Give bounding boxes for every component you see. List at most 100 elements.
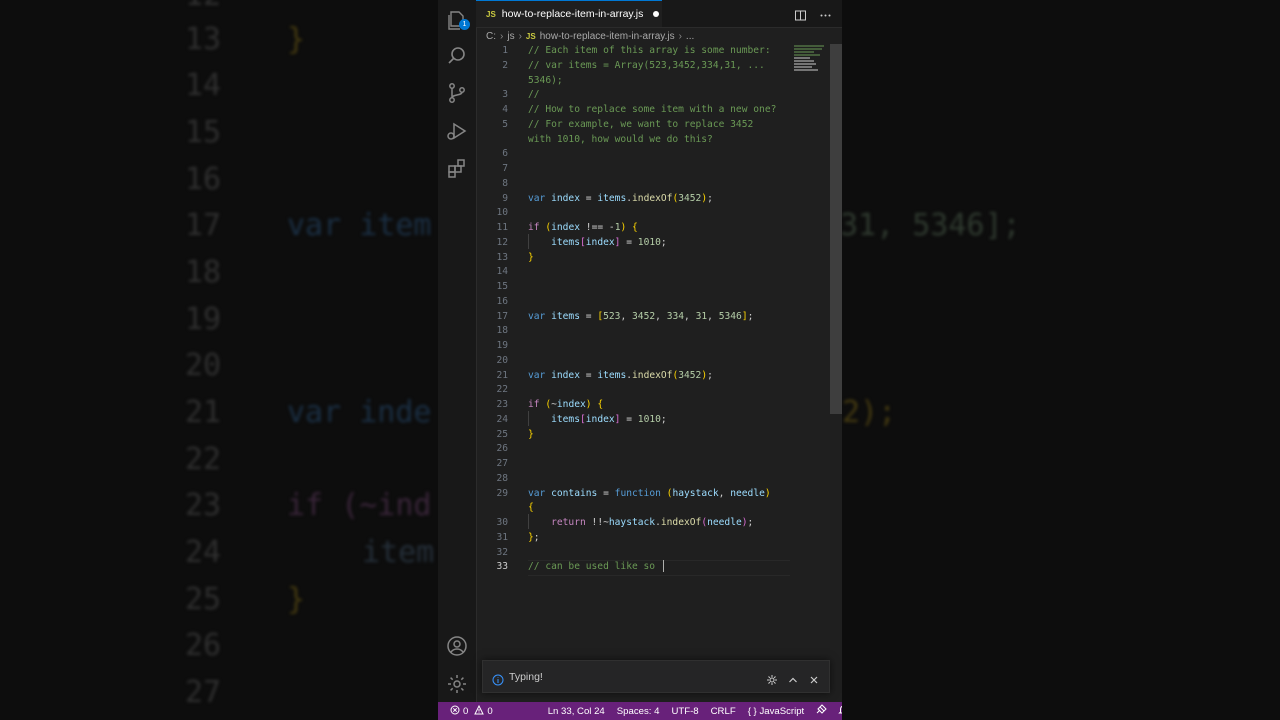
code-line: 28 bbox=[476, 472, 828, 487]
line-number: 14 bbox=[496, 266, 508, 278]
chevron-up-icon[interactable] bbox=[787, 671, 799, 683]
extensions-icon[interactable] bbox=[445, 156, 469, 180]
braces-icon: { } bbox=[747, 705, 757, 717]
minimap-line bbox=[794, 48, 822, 50]
minimap-line bbox=[794, 66, 812, 68]
line-number: 22 bbox=[496, 384, 508, 396]
line-number: 26 bbox=[496, 443, 508, 455]
code-line: 7 bbox=[476, 162, 828, 177]
text-caret bbox=[662, 560, 665, 573]
code-editor[interactable]: 1 // Each item of this array is some numb… bbox=[476, 44, 828, 654]
line-number: 5 bbox=[502, 118, 508, 130]
code-text: if (~index) { bbox=[528, 399, 604, 410]
code-line: 25} bbox=[476, 428, 828, 443]
code-text-active: // can be used like so bbox=[528, 560, 665, 575]
indentation[interactable]: Spaces: 4 bbox=[617, 706, 660, 717]
tab-how-to-replace-item-in-array[interactable]: JS how-to-replace-item-in-array.js bbox=[476, 0, 662, 27]
code-text: var index = items.indexOf(3452); bbox=[528, 192, 713, 204]
code-line: 5 // For example, we want to replace 3452 bbox=[476, 118, 828, 133]
line-number: 25 bbox=[496, 428, 508, 440]
unsaved-dot-icon[interactable] bbox=[653, 11, 660, 17]
source-control-icon[interactable] bbox=[445, 81, 469, 105]
code-line: 27 bbox=[476, 457, 828, 472]
explorer-icon[interactable]: 1 bbox=[445, 8, 470, 32]
error-icon bbox=[450, 705, 460, 718]
code-line: 15 bbox=[476, 280, 828, 295]
code-line: 3 // bbox=[476, 88, 828, 103]
code-line: 26 bbox=[476, 442, 828, 457]
code-line: 24 items[index] = 1010; bbox=[476, 413, 828, 428]
line-number: 9 bbox=[502, 192, 508, 204]
line-number: 33 bbox=[496, 561, 508, 573]
tab-bar: JS how-to-replace-item-in-array.js bbox=[476, 0, 842, 28]
line-number: 31 bbox=[496, 531, 508, 543]
code-line: 1 // Each item of this array is some numb… bbox=[476, 44, 828, 59]
breadcrumb-folder[interactable]: js bbox=[507, 31, 514, 42]
line-number: 2 bbox=[502, 59, 508, 71]
code-text: { bbox=[528, 502, 534, 514]
code-text: // For example, we want to replace 3452 bbox=[528, 118, 754, 130]
code-line: 17 var items = [523, 3452, 334, 31, 5346]… bbox=[476, 310, 828, 325]
line-number: 28 bbox=[496, 472, 508, 484]
language-mode[interactable]: { } JavaScript bbox=[748, 706, 805, 717]
activity-bar: 1 bbox=[438, 0, 477, 702]
line-number: 15 bbox=[496, 281, 508, 292]
line-number: 29 bbox=[496, 487, 508, 499]
minimap[interactable] bbox=[794, 44, 828, 104]
code-line: 6 bbox=[476, 147, 828, 162]
code-text: } bbox=[528, 251, 534, 263]
more-actions-icon[interactable] bbox=[819, 7, 832, 20]
javascript-file-icon: JS bbox=[525, 31, 536, 41]
notifications-bell-icon[interactable] bbox=[838, 704, 842, 718]
code-line: 22 bbox=[476, 383, 828, 398]
cursor-position[interactable]: Ln 33, Col 24 bbox=[548, 706, 605, 717]
account-icon[interactable] bbox=[445, 634, 469, 658]
code-text: if (index !== -1) { bbox=[528, 222, 638, 233]
line-number: 4 bbox=[502, 104, 508, 115]
line-number: 23 bbox=[496, 399, 508, 410]
line-number: 30 bbox=[496, 517, 508, 528]
breadcrumb-drive[interactable]: C: bbox=[486, 31, 496, 42]
code-line: 29 var contains = function (haystack, nee… bbox=[476, 487, 828, 502]
code-line: 21 var index = items.indexOf(3452); bbox=[476, 369, 828, 384]
code-text: return !!~haystack.indexOf(needle); bbox=[551, 517, 754, 528]
code-line: 32 bbox=[476, 546, 828, 561]
gear-icon[interactable] bbox=[766, 671, 778, 685]
line-number: 13 bbox=[496, 251, 508, 263]
search-icon[interactable] bbox=[445, 44, 469, 68]
code-line: 18 bbox=[476, 324, 828, 339]
line-number: 16 bbox=[496, 295, 508, 307]
code-text: } bbox=[528, 428, 534, 440]
code-line: 4 // How to replace some item with a new … bbox=[476, 103, 828, 118]
line-number: 3 bbox=[502, 89, 508, 101]
notification-toast: Typing! bbox=[482, 660, 830, 693]
language-label: JavaScript bbox=[759, 705, 805, 717]
javascript-file-icon: JS bbox=[486, 9, 496, 19]
breadcrumb-symbol[interactable]: ... bbox=[686, 31, 694, 42]
minimap-line bbox=[794, 60, 814, 62]
run-debug-icon[interactable] bbox=[445, 119, 469, 143]
code-line: 2 // var items = Array(523,3452,334,31, .… bbox=[476, 59, 828, 74]
code-line: 12 items[index] = 1010; bbox=[476, 236, 828, 251]
breadcrumb: C: › js › JS how-to-replace-item-in-arra… bbox=[486, 29, 694, 43]
warning-count: 0 bbox=[487, 705, 493, 717]
vertical-scrollbar[interactable] bbox=[830, 44, 842, 414]
breadcrumb-file[interactable]: how-to-replace-item-in-array.js bbox=[540, 31, 675, 42]
code-line: 16 bbox=[476, 295, 828, 310]
split-editor-icon[interactable] bbox=[794, 7, 807, 21]
status-bar: 0 0 Ln 33, Col 24 Spaces: 4 UTF-8 CRLF {… bbox=[438, 702, 842, 720]
line-number: 6 bbox=[502, 148, 508, 160]
code-line-wrap: { bbox=[476, 501, 828, 516]
settings-gear-icon[interactable] bbox=[445, 672, 469, 696]
code-text: // How to replace some item with a new o… bbox=[528, 104, 777, 115]
minimap-line bbox=[794, 69, 818, 71]
feedback-icon[interactable] bbox=[816, 704, 827, 718]
code-line: 31}; bbox=[476, 531, 828, 546]
end-of-line[interactable]: CRLF bbox=[711, 706, 736, 717]
close-icon[interactable] bbox=[808, 671, 820, 683]
code-line: 23 if (~index) { bbox=[476, 398, 828, 413]
line-number: 20 bbox=[496, 354, 508, 366]
problems-indicator[interactable]: 0 0 bbox=[450, 704, 493, 718]
encoding[interactable]: UTF-8 bbox=[671, 706, 698, 717]
explorer-badge: 1 bbox=[459, 19, 470, 30]
